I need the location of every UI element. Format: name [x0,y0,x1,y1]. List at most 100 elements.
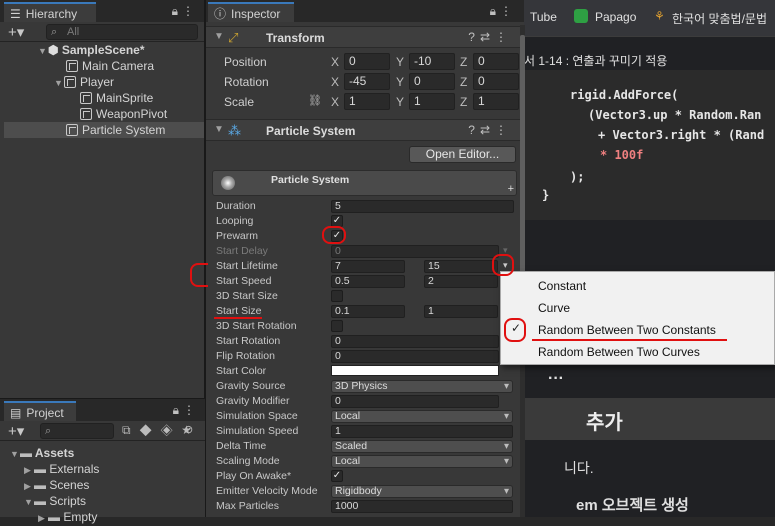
project-search-input[interactable]: ⌕ [40,423,114,439]
start-delay-field[interactable]: 0 [331,245,499,258]
expand-arrow-icon[interactable]: ▼ [10,446,20,462]
hierarchy-item-particle-system[interactable]: Particle System [4,122,204,138]
expand-arrow-icon[interactable]: ▶ [24,478,34,494]
gravity-source-dropdown[interactable]: 3D Physics [331,380,513,393]
component-menu-icons[interactable]: ?⇄⋮ [468,123,512,137]
inspector-tabbar: ⓘ Inspector 🔒︎⋮ [206,0,524,22]
simulation-space-dropdown[interactable]: Local [331,410,513,423]
rotation-y-field[interactable]: 0 [409,73,455,90]
tab-project[interactable]: ▤ Project [4,401,76,421]
transform-header[interactable]: ▼ ⤢ Transform ?⇄⋮ [206,26,522,48]
option-curve[interactable]: Curve [538,298,570,318]
duration-field[interactable]: 5 [331,200,514,213]
papago-icon [574,9,588,23]
gravity-modifier-field[interactable]: 0 [331,395,499,408]
annotation-circle-dropdown [492,254,514,276]
prop-label: Delta Time [216,440,267,452]
axis-y-label: Y [396,95,405,109]
start-rotation-field[interactable]: 0 [331,335,499,348]
expand-arrow-icon[interactable]: ▼ [38,43,48,59]
open-editor-button[interactable]: Open Editor... [409,146,516,163]
option-random-two-constants[interactable]: Random Between Two Constants [538,320,716,340]
rotation-z-field[interactable]: 0 [473,73,519,90]
start-speed-min-field[interactable]: 0.5 [331,275,405,288]
particle-system-header[interactable]: ▼ ⁂ Particle System ?⇄⋮ [206,119,522,141]
position-y-field[interactable]: -10 [409,53,455,70]
rot3d-checkbox[interactable] [331,320,343,332]
folder-label: Empty [63,510,98,524]
prop-label: Gravity Modifier [216,395,290,407]
start-lifetime-max-field[interactable]: 15 [424,260,498,273]
unity-scene-icon: ⬢ [48,43,62,57]
expand-arrow-icon[interactable]: ▶ [38,510,48,526]
bookmark-item[interactable]: Tube [530,10,557,24]
start-color-swatch[interactable] [331,365,499,376]
size3d-checkbox[interactable] [331,290,343,302]
more-icon[interactable]: ··· [548,370,564,388]
hierarchy-tab-label: Hierarchy [25,6,78,21]
panel-menu-icons[interactable]: 🔒︎⋮ [173,403,199,418]
hierarchy-tabbar: ☰ Hierarchy 🔒︎⋮ [0,0,204,22]
hierarchy-item-main-camera[interactable]: Main Camera [66,58,154,74]
scaling-mode-dropdown[interactable]: Local [331,455,513,468]
flip-rotation-field[interactable]: 0 [331,350,499,363]
option-random-two-curves[interactable]: Random Between Two Curves [538,342,700,362]
scene-node[interactable]: ▼⬢ SampleScene* [38,42,145,58]
constrain-proportions-icon[interactable]: ⛓ [308,94,322,107]
start-size-max-field[interactable]: 1 [424,305,498,318]
rotation-x-field[interactable]: -45 [344,73,390,90]
start-speed-max-field[interactable]: 2 [424,275,498,288]
play-on-awake-checkbox[interactable]: ✓ [331,470,343,482]
delta-time-dropdown[interactable]: Scaled [331,440,513,453]
section-title: 추가 [586,412,623,434]
prop-label: Max Particles [216,500,280,512]
expand-arrow-icon[interactable]: ▼ [54,75,64,91]
start-lifetime-min-field[interactable]: 7 [331,260,405,273]
simulation-speed-field[interactable]: 1 [331,425,513,438]
hierarchy-item-player[interactable]: ▼ Player [54,74,114,90]
scene-name: SampleScene* [61,43,145,57]
add-icon[interactable]: +▾ [8,422,24,440]
folder-icon: ▬ [48,510,64,524]
hierarchy-item-weaponpivot[interactable]: WeaponPivot [80,106,167,122]
fold-arrow-icon[interactable]: ▼ [214,31,224,42]
scale-z-field[interactable]: 1 [473,93,519,110]
axis-z-label: Z [460,95,468,109]
add-module-icon[interactable]: + [508,183,514,195]
component-menu-icons[interactable]: ?⇄⋮ [468,30,512,44]
scrollbar-thumb[interactable] [520,35,525,275]
tab-inspector[interactable]: ⓘ Inspector [208,2,294,22]
fold-arrow-icon[interactable]: ▼ [214,124,224,135]
option-constant[interactable]: Constant [538,276,586,296]
hierarchy-search-input[interactable]: ⌕ All [46,24,198,40]
folder-assets[interactable]: ▼▬ Assets [10,445,74,461]
bookmark-item[interactable]: Papago [595,10,636,24]
folder-externals[interactable]: ▶ ▬ Externals [24,461,99,477]
emitter-velocity-dropdown[interactable]: Rigidbody [331,485,513,498]
folder-empty[interactable]: ▶ ▬ Empty [38,509,97,525]
panel-menu-icons[interactable]: 🔒︎⋮ [172,4,198,19]
expand-arrow-icon[interactable]: ▶ [24,462,34,478]
panel-menu-icons[interactable]: 🔒︎⋮ [490,4,516,19]
body-heading: em 오브젝트 생성 [576,497,689,514]
browser-page: 서 1-14 : 연출과 꾸미기 적용 rigid.AddForce( (Vec… [524,0,775,517]
curve-mode-popup: Constant Curve Random Between Two Consta… [500,271,775,365]
scale-x-field[interactable]: 1 [344,93,390,110]
main-module-header[interactable]: Particle System + [212,170,517,196]
folder-scripts[interactable]: ▼▬ Scripts [24,493,86,509]
position-z-field[interactable]: 0 [473,53,519,70]
hierarchy-item-mainsprite[interactable]: MainSprite [80,90,153,106]
tab-hierarchy[interactable]: ☰ Hierarchy [4,2,96,22]
page-heading: 서 1-14 : 연출과 꾸미기 적용 [524,54,668,68]
annotation-bracket-lifetime [190,263,208,287]
expand-arrow-icon[interactable]: ▼ [24,494,34,510]
scale-y-field[interactable]: 1 [409,93,455,110]
add-icon[interactable]: +▾ [8,23,24,41]
folder-scenes[interactable]: ▶ ▬ Scenes [24,477,89,493]
bookmark-item[interactable]: 한국어 맞춤법/문법 [672,10,767,27]
folder-label: Scenes [49,478,90,492]
start-size-min-field[interactable]: 0.1 [331,305,405,318]
project-panel: ▤ Project 🔒︎⋮ +▾ ⌕ ⧉◆◈★ ⊘ ▼▬ Assets ▶ ▬ E… [0,398,205,524]
max-particles-field[interactable]: 1000 [331,500,513,513]
position-x-field[interactable]: 0 [344,53,390,70]
